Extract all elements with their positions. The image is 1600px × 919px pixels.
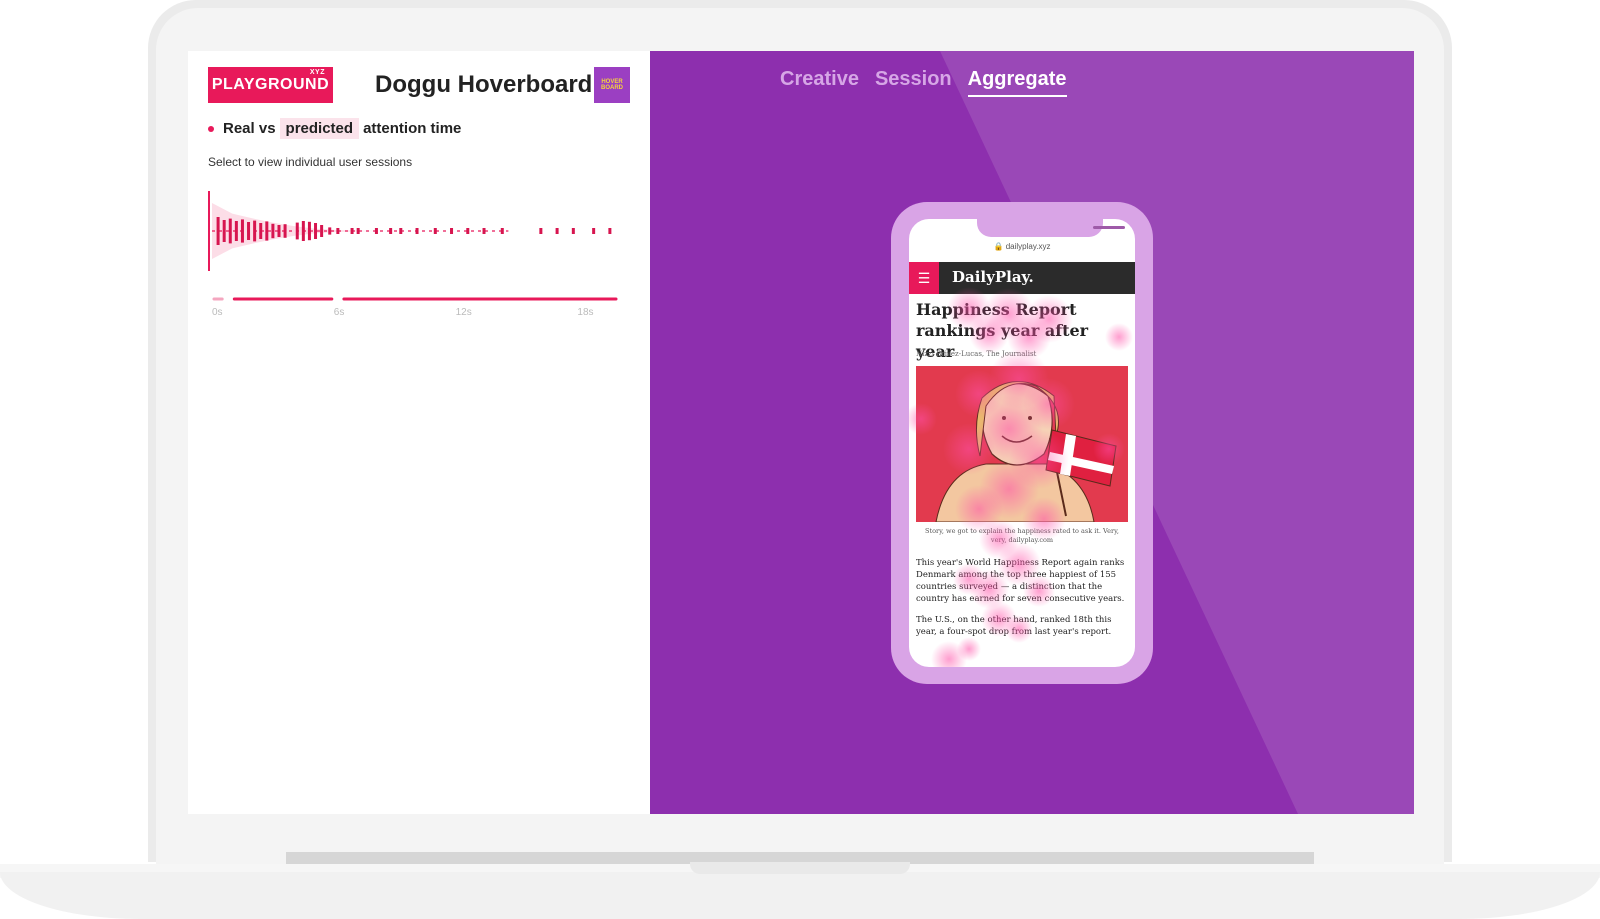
speaker-icon: [1093, 226, 1125, 229]
legend-attention-label: attention time: [363, 120, 462, 137]
hamburger-menu-icon[interactable]: ☰: [909, 262, 939, 294]
tab-aggregate[interactable]: Aggregate: [967, 68, 1067, 97]
real-attention-bar: [247, 222, 251, 240]
real-attention-bar: [450, 228, 454, 234]
chart-legend: Real vs predicted attention time: [208, 118, 461, 139]
legend-predicted-label: predicted: [279, 118, 360, 139]
real-attention-bar: [240, 219, 244, 243]
real-attention-bar: [283, 224, 287, 238]
real-attention-bar: [500, 228, 504, 234]
real-attention-bar: [433, 228, 437, 234]
real-attention-bar: [259, 223, 263, 239]
analytics-panel: PLAYGROUND XYZ Doggu Hoverboard HOVER BO…: [188, 51, 650, 814]
url-text: dailyplay.xyz: [1005, 242, 1051, 251]
brand-name: PLAYGROUND: [211, 76, 330, 93]
legend-real-label: Real vs: [223, 120, 276, 137]
laptop-notch: [690, 862, 910, 874]
real-attention-bar: [389, 228, 393, 234]
real-attention-bar: [253, 220, 257, 242]
creative-thumbnail[interactable]: HOVER BOARD: [594, 67, 630, 103]
real-attention-bar: [265, 221, 269, 241]
real-attention-bar: [328, 227, 332, 235]
site-header: ☰ DailyPlay.: [909, 262, 1135, 294]
laptop-base: [0, 872, 1600, 919]
legend-dot-icon: [208, 125, 214, 132]
tab-session[interactable]: Session: [875, 68, 952, 97]
attention-chart[interactable]: 0s 6s 12s 18s: [206, 189, 631, 339]
camera-icon: [1133, 224, 1135, 229]
lock-icon: 🔒: [993, 242, 1004, 251]
x-tick-label: 12s: [456, 307, 472, 318]
real-attention-bar: [307, 221, 311, 241]
real-attention-bar: [571, 228, 575, 234]
x-tick-label: 0s: [212, 307, 223, 318]
real-attention-bar: [350, 228, 354, 234]
real-attention-bar: [482, 228, 486, 234]
image-caption: Story, we got to explain the happiness r…: [925, 527, 1119, 544]
real-attention-bar: [336, 228, 340, 234]
phone-mockup: 🔒 dailyplay.xyz ☰ DailyPlay. Happiness R…: [891, 202, 1153, 684]
real-attention-bar: [356, 228, 360, 234]
real-attention-bar: [399, 228, 403, 234]
article-byline: Nizzi Brivez-Lucas, The Journalist: [916, 350, 1037, 358]
x-tick-label: 6s: [334, 307, 345, 318]
view-tabs: Creative Session Aggregate: [780, 68, 1067, 97]
real-attention-bar: [222, 220, 226, 242]
tab-creative[interactable]: Creative: [780, 68, 859, 97]
app-screen: PLAYGROUND XYZ Doggu Hoverboard HOVER BO…: [188, 51, 1414, 814]
brand-suffix: XYZ: [309, 69, 325, 76]
url-bar[interactable]: 🔒 dailyplay.xyz: [909, 242, 1135, 251]
real-attention-bar: [216, 217, 220, 245]
real-attention-bar: [320, 225, 324, 237]
preview-panel: Creative Session Aggregate 🔒 dailyplay.x…: [650, 51, 1414, 814]
real-attention-bar: [314, 223, 318, 239]
real-attention-bar: [374, 228, 378, 234]
real-attention-bar: [277, 225, 281, 237]
real-attention-bar: [592, 228, 596, 234]
article-paragraph: The U.S., on the other hand, ranked 18th…: [916, 615, 1112, 637]
real-attention-bar: [608, 228, 612, 234]
real-attention-bar: [301, 221, 305, 241]
phone-screen[interactable]: 🔒 dailyplay.xyz ☰ DailyPlay. Happiness R…: [909, 219, 1135, 667]
x-tick-label: 18s: [577, 307, 593, 318]
phone-notch: [977, 219, 1135, 237]
real-attention-bar: [555, 228, 559, 234]
brand-logo[interactable]: PLAYGROUND XYZ: [208, 67, 333, 103]
real-attention-bar: [295, 222, 299, 240]
article-paragraph: This year's World Happiness Report again…: [916, 558, 1125, 604]
real-attention-bar: [228, 218, 232, 244]
real-attention-bar: [466, 228, 470, 234]
article-hero-image: [916, 366, 1128, 522]
site-name[interactable]: DailyPlay.: [952, 268, 1034, 286]
real-attention-bar: [539, 228, 543, 234]
real-attention-bar: [271, 223, 275, 239]
real-attention-bar: [415, 228, 419, 234]
page-title: Doggu Hoverboard: [375, 71, 593, 98]
woman-with-flag-illustration: [916, 366, 1128, 522]
session-hint: Select to view individual user sessions: [208, 155, 413, 169]
article-body: This year's World Happiness Report again…: [916, 557, 1130, 647]
real-attention-bar: [234, 221, 238, 241]
